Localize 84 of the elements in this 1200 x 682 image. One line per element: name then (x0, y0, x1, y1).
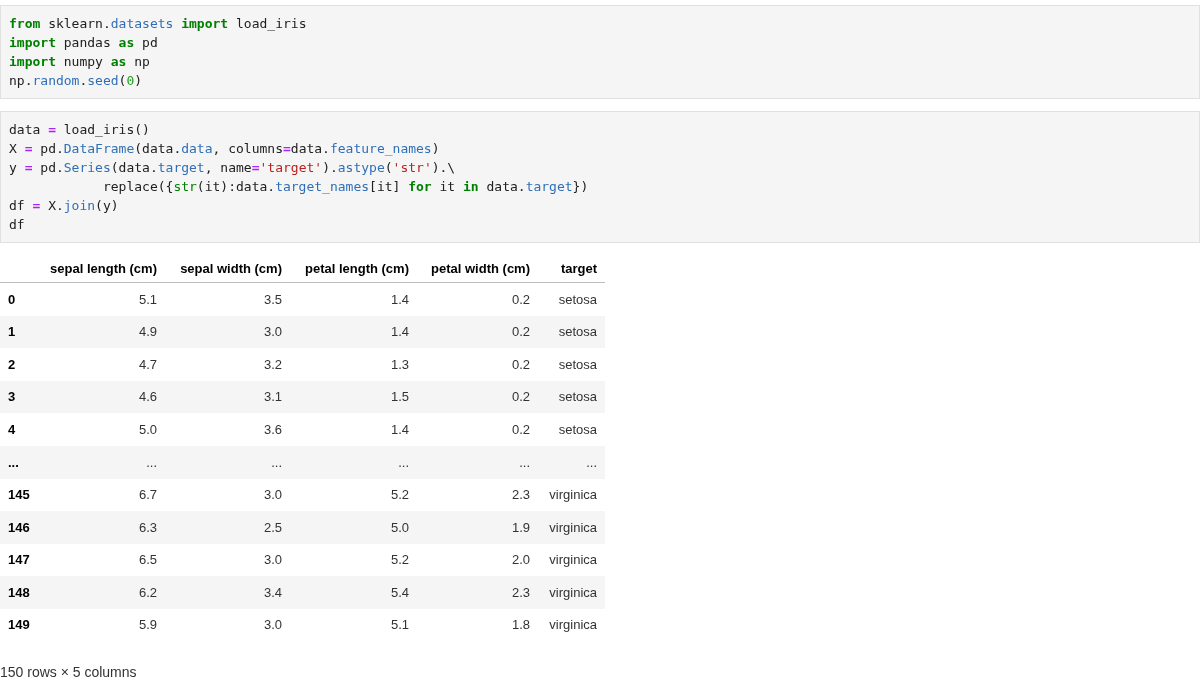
table-cell: 0.2 (511, 356, 530, 372)
table-cell: 5.4 (390, 584, 409, 600)
table-cell: ... (271, 454, 282, 470)
table-cell: virginica (549, 519, 597, 535)
table-cell: 5.0 (138, 421, 157, 437)
code-line: data = load_iris() (9, 121, 150, 139)
code-line: import pandas as pd (9, 34, 158, 52)
table-cell: virginica (549, 487, 597, 503)
table-cell: 4.9 (138, 324, 157, 340)
table-cell: ... (146, 454, 157, 470)
row-index: 145 (8, 487, 30, 503)
row-index: 148 (8, 584, 30, 600)
code-cell[interactable]: from sklearn.datasets import load_iris import pandas as pd import numpy as np np.random.seed(0) (0, 5, 1200, 99)
table-cell: 1.4 (390, 324, 409, 340)
table-cell: virginica (549, 552, 597, 568)
table-cell: 1.9 (511, 519, 530, 535)
table-summary: 150 rows × 5 columns (0, 663, 137, 680)
table-cell: 5.1 (138, 291, 157, 307)
table-cell: 3.2 (263, 356, 282, 372)
table-cell: 0.2 (511, 324, 530, 340)
row-index: ... (8, 454, 19, 470)
row-index: 4 (8, 421, 16, 437)
row-index: 3 (8, 389, 16, 405)
table-cell: 1.4 (390, 421, 409, 437)
code-line: replace({str(it):data.target_names[it] for it in data.target}) (101, 178, 589, 196)
row-index: 149 (8, 617, 30, 633)
table-cell: 3.0 (263, 487, 282, 503)
code-line: import numpy as np (9, 53, 150, 71)
table-cell: ... (519, 454, 530, 470)
table-cell: 5.0 (390, 519, 409, 535)
table-cell: setosa (558, 356, 597, 372)
table-cell: 1.8 (511, 617, 530, 633)
column-header: petal length (cm) (305, 260, 409, 276)
table-cell: 6.3 (138, 519, 157, 535)
table-cell: 3.4 (263, 584, 282, 600)
table-cell: 2.0 (511, 552, 530, 568)
table-cell: 5.2 (390, 487, 409, 503)
table-cell: 0.2 (511, 389, 530, 405)
table-cell: 6.5 (138, 552, 157, 568)
table-cell: 1.5 (390, 389, 409, 405)
row-index: 0 (8, 291, 16, 307)
table-cell: 4.6 (138, 389, 157, 405)
table-cell: 4.7 (138, 356, 157, 372)
table-cell: ... (398, 454, 409, 470)
code-line: y = pd.Series(data.target, name='target').astype('str').\ (9, 159, 456, 177)
table-cell: 3.5 (263, 291, 282, 307)
column-header: petal width (cm) (431, 260, 530, 276)
table-cell: 3.6 (263, 421, 282, 437)
table-cell: virginica (549, 617, 597, 633)
table-cell: 6.7 (138, 487, 157, 503)
column-header: target (560, 260, 597, 276)
table-cell: 3.0 (263, 552, 282, 568)
table-cell: 5.2 (390, 552, 409, 568)
table-cell: 2.3 (511, 487, 530, 503)
table-cell: setosa (558, 291, 597, 307)
code-line: df = X.join(y) (9, 197, 119, 215)
table-cell: 5.9 (138, 617, 157, 633)
table-cell: 3.0 (263, 324, 282, 340)
table-cell: 2.5 (263, 519, 282, 535)
table-cell: 2.3 (511, 584, 530, 600)
table-cell: 3.1 (263, 389, 282, 405)
table-cell: 1.4 (390, 291, 409, 307)
table-cell: 6.2 (138, 584, 157, 600)
code-line: from sklearn.datasets import load_iris (9, 15, 307, 33)
row-index: 147 (8, 552, 30, 568)
code-line: np.random.seed(0) (9, 72, 143, 90)
table-cell: 1.3 (390, 356, 409, 372)
table-cell: setosa (558, 389, 597, 405)
table-cell: 3.0 (263, 617, 282, 633)
row-index: 1 (8, 324, 16, 340)
row-index: 146 (8, 519, 30, 535)
column-header: sepal length (cm) (50, 260, 157, 276)
code-line: df (9, 216, 25, 234)
table-cell: 0.2 (511, 291, 530, 307)
code-cell[interactable] (0, 111, 1200, 243)
row-index: 2 (8, 356, 16, 372)
table-cell: 0.2 (511, 421, 530, 437)
table-cell: setosa (558, 324, 597, 340)
column-header: sepal width (cm) (180, 260, 282, 276)
table-cell: ... (586, 454, 597, 470)
table-cell: setosa (558, 421, 597, 437)
code-line: X = pd.DataFrame(data.data, columns=data.feature_names) (9, 140, 440, 158)
table-cell: 5.1 (390, 617, 409, 633)
table-cell: virginica (549, 584, 597, 600)
